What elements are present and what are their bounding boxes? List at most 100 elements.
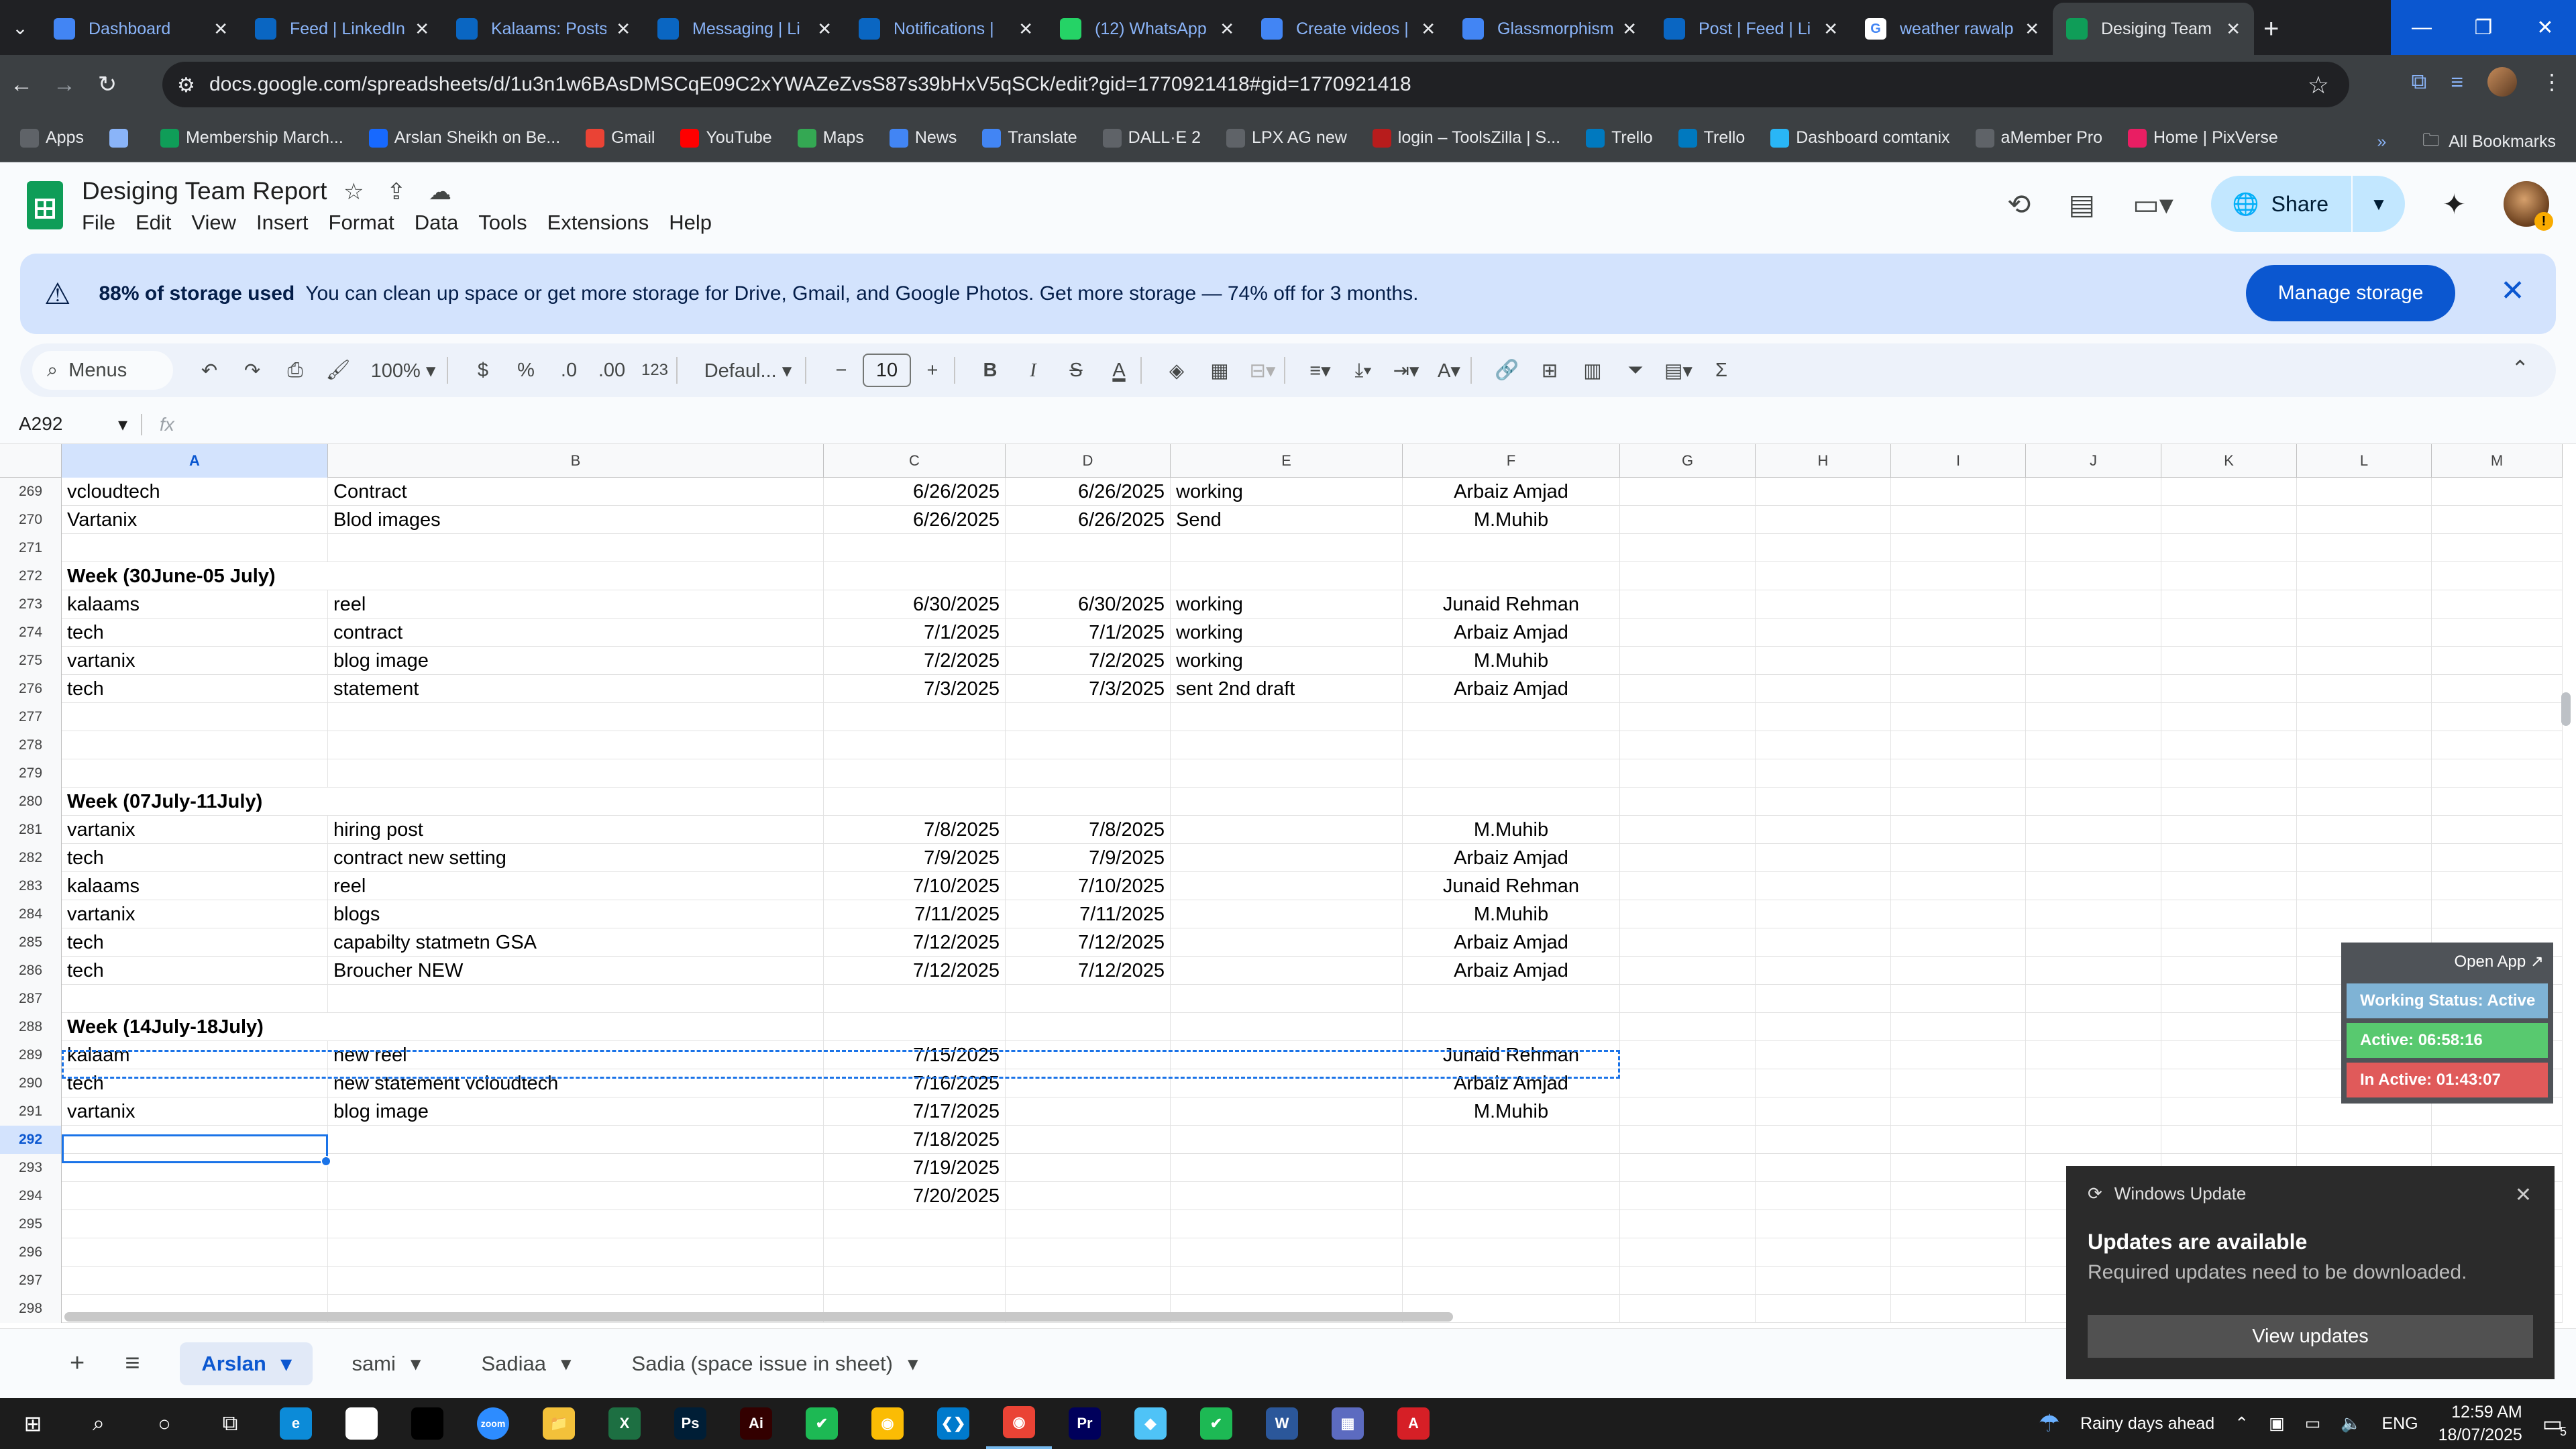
bookmark-item[interactable]: DALL·E 2 [1102,128,1201,148]
bookmark-item[interactable]: Gmail [586,128,655,148]
empty-cell[interactable] [2161,1013,2297,1041]
row-header[interactable]: 282 [0,844,62,872]
cell-b-278[interactable] [328,731,824,759]
cell-f-281[interactable]: M.Muhib [1403,816,1620,844]
tray-overflow-icon[interactable]: ⌃ [2235,1413,2249,1434]
cell-c-283[interactable]: 7/10/2025 [824,872,1006,900]
empty-cell[interactable] [2026,647,2161,675]
empty-cell[interactable] [1620,1069,1756,1097]
browser-tab[interactable]: (12) WhatsApp ✕ [1046,3,1248,55]
column-header-d[interactable]: D [1006,444,1171,478]
cell-a-281[interactable]: vartanix [62,816,328,844]
bookmark-star-icon[interactable]: ☆ [2308,71,2329,99]
illustrator-icon[interactable]: Ai [723,1398,789,1449]
cell-f-294[interactable] [1403,1182,1620,1210]
empty-cell[interactable] [2432,647,2563,675]
bookmark-item[interactable]: Trello [1678,128,1745,148]
cell-a-269[interactable]: vcloudtech [62,478,328,506]
empty-cell[interactable] [2161,647,2297,675]
cell-b-279[interactable] [328,759,824,788]
empty-cell[interactable] [1620,562,1756,590]
row-header[interactable]: 284 [0,900,62,928]
functions-icon[interactable]: Σ [1700,360,1743,382]
cell-d-277[interactable] [1006,703,1171,731]
empty-cell[interactable] [1756,985,1891,1013]
cell-b-272[interactable] [328,562,824,590]
select-all-corner[interactable] [0,444,62,478]
empty-cell[interactable] [1891,619,2026,647]
merge-cells-icon[interactable]: ⊟▾ [1241,359,1284,382]
cell-d-280[interactable] [1006,788,1171,816]
empty-cell[interactable] [2297,759,2432,788]
row-header[interactable]: 296 [0,1238,62,1267]
cell-b-282[interactable]: contract new setting [328,844,824,872]
empty-cell[interactable] [2297,731,2432,759]
cell-a-270[interactable]: Vartanix [62,506,328,534]
cell-f-280[interactable] [1403,788,1620,816]
cell-e-290[interactable] [1171,1069,1403,1097]
cell-e-269[interactable]: working [1171,478,1403,506]
empty-cell[interactable] [1756,1126,1891,1154]
cell-d-285[interactable]: 7/12/2025 [1006,928,1171,957]
gemini-sparkle-icon[interactable]: ✦ [2443,188,2466,221]
pen-icon[interactable]: ✎ [329,1398,394,1449]
cell-e-280[interactable] [1171,788,1403,816]
cell-c-280[interactable] [824,788,1006,816]
column-header-k[interactable]: K [2161,444,2297,478]
cell-b-275[interactable]: blog image [328,647,824,675]
cell-e-271[interactable] [1171,534,1403,562]
empty-cell[interactable] [2161,759,2297,788]
cell-a-289[interactable]: kalaam [62,1041,328,1069]
cell-c-292[interactable]: 7/18/2025 [824,1126,1006,1154]
cell-b-274[interactable]: contract [328,619,824,647]
cell-e-283[interactable] [1171,872,1403,900]
empty-cell[interactable] [1891,1267,2026,1295]
cell-d-294[interactable] [1006,1182,1171,1210]
row-header[interactable]: 286 [0,957,62,985]
empty-cell[interactable] [1756,1097,1891,1126]
column-header-b[interactable]: B [328,444,824,478]
decrease-decimal-button[interactable]: .0 [547,360,590,382]
empty-cell[interactable] [2161,1097,2297,1126]
task-view-icon[interactable]: ⧉ [197,1398,263,1449]
insert-link-icon[interactable]: 🔗 [1485,359,1528,382]
empty-cell[interactable] [2161,731,2297,759]
premiere-icon[interactable]: Pr [1052,1398,1118,1449]
tab-close-icon[interactable]: ✕ [415,19,429,40]
cell-f-295[interactable] [1403,1210,1620,1238]
empty-cell[interactable] [2432,534,2563,562]
empty-cell[interactable] [1891,590,2026,619]
empty-cell[interactable] [2161,703,2297,731]
cell-a-293[interactable] [62,1154,328,1182]
row-header[interactable]: 271 [0,534,62,562]
horizontal-align-icon[interactable]: ≡▾ [1299,359,1342,382]
cell-a-288[interactable]: Week (14July-18July) [62,1013,328,1041]
cell-d-275[interactable]: 7/2/2025 [1006,647,1171,675]
calculator-icon[interactable]: ▦ [1315,1398,1381,1449]
empty-cell[interactable] [2297,872,2432,900]
cell-d-271[interactable] [1006,534,1171,562]
empty-cell[interactable] [1756,1238,1891,1267]
empty-cell[interactable] [1620,1182,1756,1210]
empty-cell[interactable] [1756,900,1891,928]
cell-f-283[interactable]: Junaid Rehman [1403,872,1620,900]
cell-d-287[interactable] [1006,985,1171,1013]
empty-cell[interactable] [2432,759,2563,788]
cell-b-292[interactable] [328,1126,824,1154]
column-header-h[interactable]: H [1756,444,1891,478]
bookmark-item[interactable]: aMember Pro [1975,128,2102,148]
empty-cell[interactable] [1891,1126,2026,1154]
cell-f-277[interactable] [1403,703,1620,731]
cell-e-291[interactable] [1171,1097,1403,1126]
acrobat-icon[interactable]: A [1381,1398,1446,1449]
cell-f-270[interactable]: M.Muhib [1403,506,1620,534]
menu-format[interactable]: Format [329,211,394,235]
cell-c-282[interactable]: 7/9/2025 [824,844,1006,872]
empty-cell[interactable] [2297,675,2432,703]
cell-b-271[interactable] [328,534,824,562]
diamond-app-icon[interactable]: ◆ [1118,1398,1183,1449]
row-header[interactable]: 285 [0,928,62,957]
network-icon[interactable]: ▭ [2305,1413,2321,1434]
cell-d-293[interactable] [1006,1154,1171,1182]
cell-f-276[interactable]: Arbaiz Amjad [1403,675,1620,703]
